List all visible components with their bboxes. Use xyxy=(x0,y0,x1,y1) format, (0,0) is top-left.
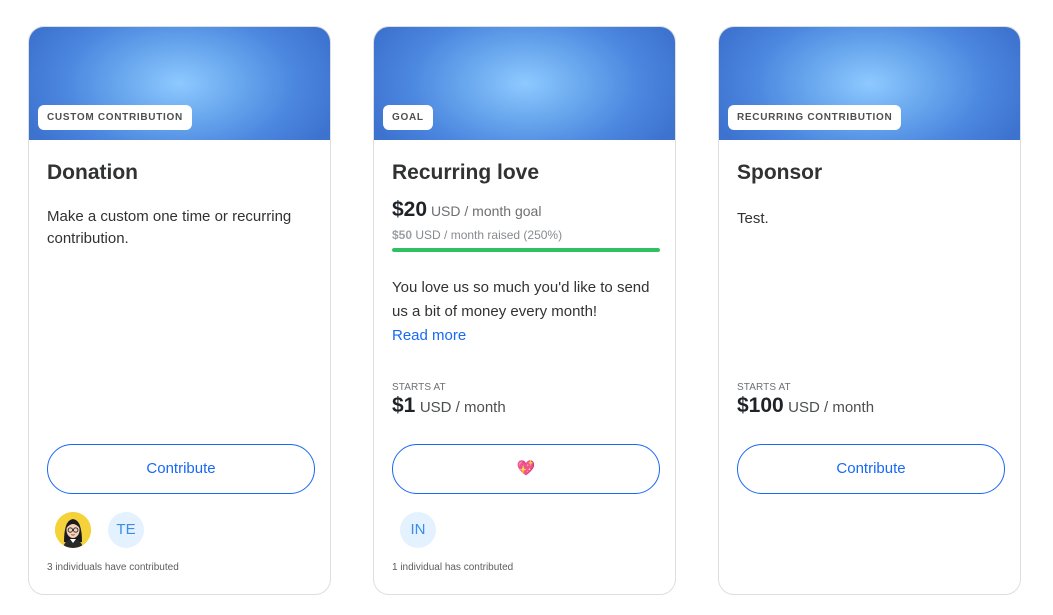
contribute-button[interactable]: Contribute xyxy=(47,444,315,494)
type-badge: RECURRING CONTRIBUTION xyxy=(728,105,902,130)
card-banner: GOAL xyxy=(374,27,675,140)
card-title[interactable]: Recurring love xyxy=(392,161,539,185)
contribution-card-sponsor: RECURRING CONTRIBUTION Sponsor Test. STA… xyxy=(718,26,1021,595)
raised-text: USD / month raised (250%) xyxy=(415,228,563,242)
card-banner: CUSTOM CONTRIBUTION xyxy=(29,27,330,140)
contributor-avatar[interactable]: TE xyxy=(108,512,144,548)
goal-unit: USD / month goal xyxy=(430,203,542,219)
contribute-button[interactable]: 💖 xyxy=(392,444,660,494)
type-badge: GOAL xyxy=(383,105,433,130)
starts-at-label: STARTS AT xyxy=(737,382,791,393)
card-description: You love us so much you'd like to send u… xyxy=(392,279,650,320)
starts-at: STARTS AT $100 USD / month xyxy=(737,382,874,418)
contribution-card-recurring-love: GOAL Recurring love $20 USD / month goal… xyxy=(373,26,676,595)
goal-progress-bar xyxy=(392,248,660,252)
starts-at-unit: USD / month xyxy=(419,399,506,416)
raised-amount: $50 xyxy=(392,228,413,242)
starts-at-amount: $100 xyxy=(737,394,784,417)
contributor-count: 3 individuals have contributed xyxy=(47,562,179,573)
contributor-count: 1 individual has contributed xyxy=(392,562,514,573)
goal-progress-fill xyxy=(392,248,660,252)
starts-at-label: STARTS AT xyxy=(392,382,446,393)
contributor-avatar[interactable] xyxy=(55,512,91,548)
card-banner: RECURRING CONTRIBUTION xyxy=(719,27,1020,140)
contribution-card-donation: CUSTOM CONTRIBUTION Donation Make a cust… xyxy=(28,26,331,595)
contribute-button[interactable]: Contribute xyxy=(737,444,1005,494)
read-more-link[interactable]: Read more xyxy=(392,324,466,348)
type-badge: CUSTOM CONTRIBUTION xyxy=(38,105,192,130)
contribution-cards: CUSTOM CONTRIBUTION Donation Make a cust… xyxy=(0,0,1053,615)
card-title[interactable]: Donation xyxy=(47,161,138,185)
goal-section: $20 USD / month goal $50 USD / month rai… xyxy=(392,198,660,252)
card-description: Test. xyxy=(737,210,769,227)
goal-amount: $20 xyxy=(392,198,428,221)
contributor-avatar[interactable]: IN xyxy=(400,512,436,548)
starts-at-unit: USD / month xyxy=(788,399,875,416)
card-description: Make a custom one time or recurring cont… xyxy=(47,208,292,247)
card-title[interactable]: Sponsor xyxy=(737,161,822,185)
starts-at: STARTS AT $1 USD / month xyxy=(392,382,506,418)
starts-at-amount: $1 xyxy=(392,394,416,417)
avatar-photo-icon xyxy=(55,512,91,548)
